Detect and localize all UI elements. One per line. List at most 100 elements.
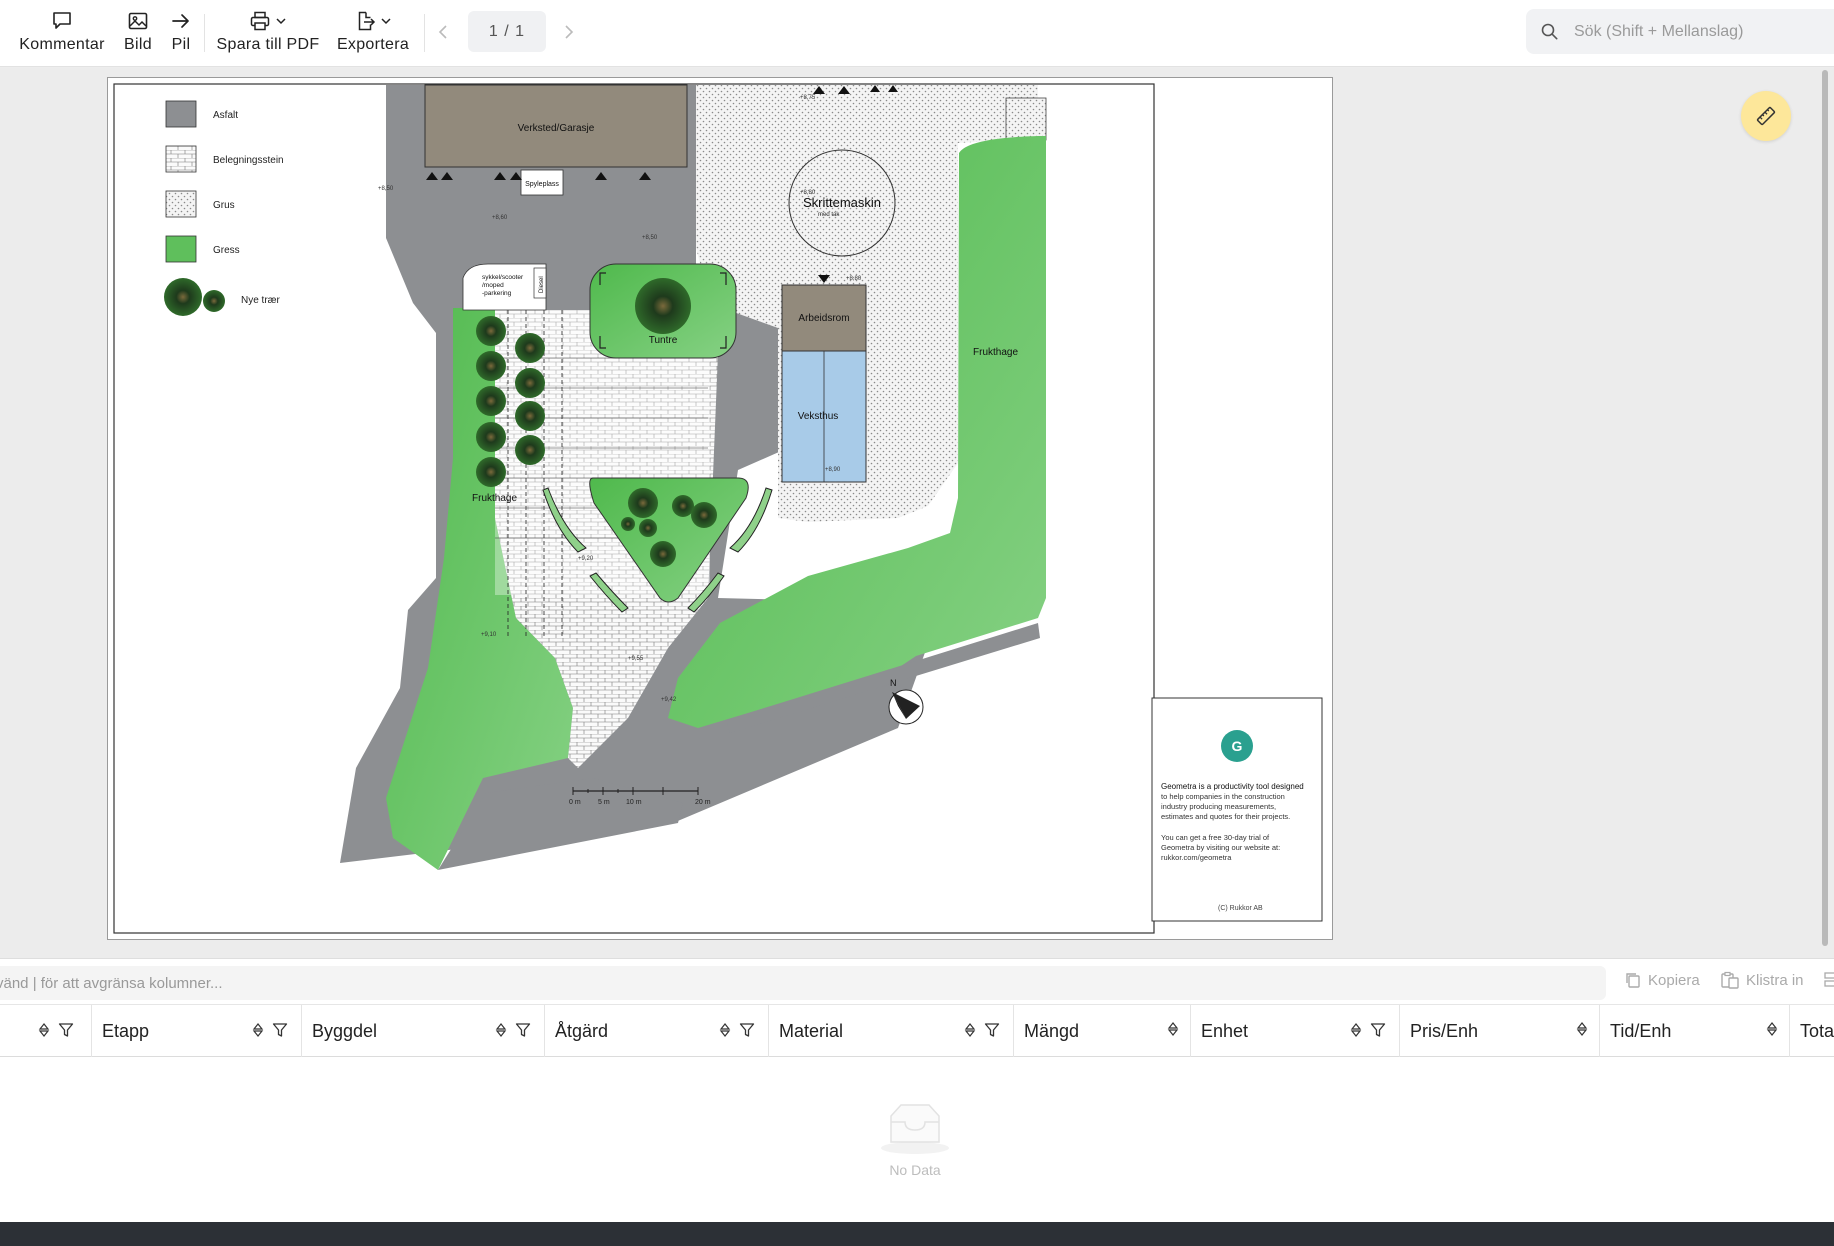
measure-tool-button[interactable]: [1741, 91, 1791, 141]
svg-text:+8,50: +8,50: [378, 186, 394, 192]
prev-page-button[interactable]: [434, 20, 454, 44]
legend-label: Nye trær: [241, 295, 281, 306]
filter-icon[interactable]: [515, 1022, 531, 1038]
bike-parking-label: /moped: [482, 282, 504, 289]
svg-text:+8,90: +8,90: [825, 467, 841, 473]
paste-button[interactable]: Klistra in: [1720, 971, 1804, 989]
bike-parking-label: sykkel/scooter: [482, 274, 524, 281]
sort-icon[interactable]: [1576, 1022, 1588, 1036]
column-title: Enhet: [1201, 1020, 1249, 1041]
filter-icon[interactable]: [984, 1022, 1000, 1038]
sort-icon[interactable]: [1766, 1022, 1778, 1036]
column-header-tid-enh[interactable]: Tid/Enh: [1599, 1005, 1789, 1057]
chevron-down-icon: [276, 18, 286, 25]
svg-text:N: N: [890, 678, 897, 688]
legend-swatch-grass: [165, 235, 197, 263]
legend-swatch-asphalt: [165, 100, 197, 128]
drawing-viewer[interactable]: Asfalt Belegningsstein Grus Gress Nye tr…: [0, 68, 1834, 958]
comment-button[interactable]: Kommentar: [18, 8, 106, 58]
svg-text:5 m: 5 m: [598, 799, 610, 806]
svg-text:+9,42: +9,42: [661, 697, 677, 703]
sort-icon[interactable]: [719, 1023, 731, 1037]
column-header-material[interactable]: Material: [768, 1005, 1013, 1057]
legend-swatch-pavers: [165, 145, 197, 173]
image-button[interactable]: Bild: [120, 8, 156, 58]
chevron-left-icon: [438, 25, 447, 39]
column-header-lead: [0, 1005, 91, 1057]
bike-parking-label: -parkering: [482, 290, 512, 297]
chevron-down-icon: [381, 18, 391, 25]
sort-icon[interactable]: [495, 1023, 507, 1037]
column-header-mangd[interactable]: Mängd: [1013, 1005, 1190, 1057]
workroom-label: Arbeidsrom: [798, 313, 849, 324]
empty-state: No Data: [870, 1102, 960, 1178]
table-body: No Data: [0, 1057, 1834, 1222]
printer-icon: [249, 8, 287, 34]
legend-label: Grus: [213, 200, 235, 211]
legend-label: Belegningsstein: [213, 155, 284, 166]
sort-icon[interactable]: [1167, 1022, 1179, 1036]
copy-icon: [1626, 973, 1640, 988]
filter-icon[interactable]: [1370, 1022, 1386, 1038]
arrow-button[interactable]: Pil: [168, 8, 194, 58]
column-header-etapp[interactable]: Etapp: [91, 1005, 301, 1057]
bottom-bar: [0, 1222, 1834, 1246]
svg-text:+8,80: +8,80: [846, 276, 862, 282]
arrow-label: Pil: [171, 36, 191, 53]
filter-icon[interactable]: [272, 1022, 288, 1038]
svg-text:20 m: 20 m: [695, 799, 711, 806]
column-title: Tota: [1800, 1020, 1834, 1041]
sort-icon[interactable]: [252, 1023, 264, 1037]
arrow-right-icon: [170, 8, 192, 34]
legend-swatch-gravel: [165, 190, 197, 218]
export-label: Exportera: [336, 36, 410, 53]
save-pdf-button[interactable]: Spara till PDF: [216, 8, 320, 58]
courtyard-tree-label: Tuntre: [649, 335, 678, 346]
column-title: Etapp: [102, 1020, 150, 1041]
drawing-sheet: Asfalt Belegningsstein Grus Gress Nye tr…: [107, 77, 1333, 940]
legend-label: Asfalt: [213, 110, 238, 121]
filter-icon[interactable]: [739, 1022, 755, 1038]
chevron-right-icon: [565, 25, 574, 39]
column-header-byggdel[interactable]: Byggdel: [301, 1005, 544, 1057]
svg-text:+8,75: +8,75: [800, 95, 816, 101]
sort-icon[interactable]: [1350, 1023, 1362, 1037]
column-header-atgard[interactable]: Åtgärd: [544, 1005, 768, 1057]
sort-icon[interactable]: [964, 1023, 976, 1037]
svg-text:Geometra by visiting our websi: Geometra by visiting our website at:: [1161, 843, 1280, 852]
svg-text:rukkor.com/geometra: rukkor.com/geometra: [1161, 853, 1232, 862]
image-label: Bild: [124, 36, 152, 53]
copy-button[interactable]: Kopiera: [1624, 971, 1700, 989]
column-filter-input[interactable]: [0, 966, 1606, 1000]
save-pdf-label: Spara till PDF: [216, 36, 320, 53]
search-icon: [1541, 23, 1558, 39]
svg-text:G: G: [1232, 738, 1243, 754]
storage-box: [1005, 97, 1047, 141]
more-options-icon[interactable]: [1824, 971, 1834, 989]
copy-label: Kopiera: [1648, 971, 1700, 989]
vertical-scrollbar[interactable]: [1820, 68, 1830, 948]
toolbar-divider: [204, 14, 205, 52]
search-box[interactable]: [1526, 9, 1834, 54]
column-header-total[interactable]: Tota: [1789, 1005, 1834, 1057]
sort-icon[interactable]: [38, 1023, 50, 1037]
next-page-button[interactable]: [558, 20, 578, 44]
legend-tree-small: [203, 290, 225, 312]
filter-icon[interactable]: [58, 1022, 74, 1038]
svg-text:+8,60: +8,60: [492, 215, 508, 221]
svg-text:+9,10: +9,10: [481, 632, 497, 638]
svg-text:+8,50: +8,50: [642, 235, 658, 241]
export-button[interactable]: Exportera: [336, 8, 410, 58]
toolbar: Kommentar Bild Pil Spara till PDF Export…: [0, 0, 1834, 67]
title-block: G Geometra is a productivity tool design…: [1151, 697, 1323, 922]
svg-text:10 m: 10 m: [626, 799, 642, 806]
column-header-pris-enh[interactable]: Pris/Enh: [1399, 1005, 1599, 1057]
toolbar-divider: [424, 14, 425, 52]
filter-bar: Kopiera Klistra in: [0, 958, 1834, 1004]
page-indicator[interactable]: 1 / 1: [468, 11, 546, 52]
column-header-enhet[interactable]: Enhet: [1190, 1005, 1399, 1057]
orchard-left-label: Frukthage: [472, 493, 517, 504]
svg-text:+9,20: +9,20: [578, 556, 594, 562]
search-input[interactable]: [1574, 22, 1834, 41]
greenhouse-label: Veksthus: [798, 411, 839, 422]
